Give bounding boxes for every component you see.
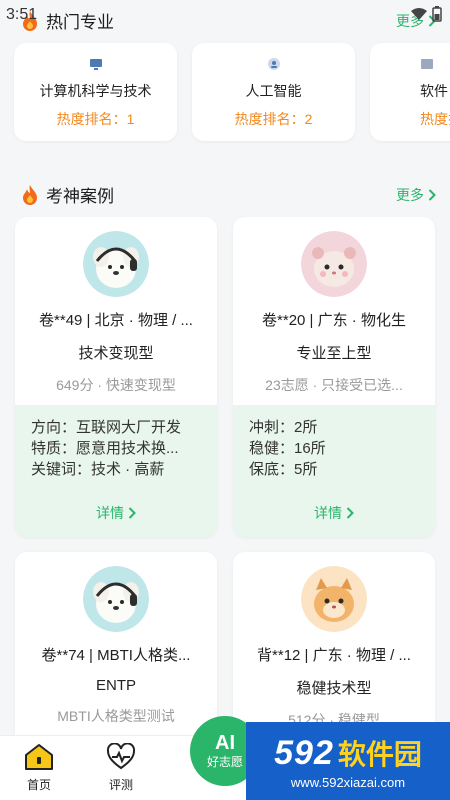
major-rank: 热度排名：1 [56,111,135,127]
case-sub: 649分 · 快速变现型 [56,377,176,393]
cases-more-link[interactable]: 更多 [396,185,436,205]
status-icons [410,6,442,22]
major-name: 人工智能 [245,83,302,99]
nav-home[interactable]: 首页 [24,743,54,793]
home-icon [25,744,53,770]
avatar [301,231,367,297]
major-rank: 热度排名：2 [234,111,313,127]
case-user: 卷**74 | MBTI人格类... [41,647,191,664]
case-summary: 冲刺：2所 稳健：16所 保底：5所 详情 [233,405,435,537]
case-sub: 23志愿 · 只接受已选... [265,377,403,393]
hot-majors-title: 热门专业 [46,13,114,32]
case-line: 稳健：16所 [249,440,326,457]
major-name: 计算机科学与技术 [39,83,152,99]
detail-label: 详情 [96,505,124,521]
avatar [83,566,149,632]
hot-majors-header: 热门专业 更多 [20,8,436,33]
ai-subtitle: 好志愿 [206,755,243,769]
case-sub: MBTI人格类型测试 [57,708,175,724]
case-line: 关键词：技术 · 高薪 [31,461,165,478]
fire-icon [23,184,37,205]
chevron-right-icon [346,507,354,519]
case-type: 技术变现型 [78,345,154,362]
nav-eval[interactable]: 评测 [106,743,136,793]
hot-majors-row: 计算机科学与技术 热度排名：1 人工智能 热度排名：2 软件 热度排 [14,43,450,141]
nav-eval-label: 评测 [108,778,133,792]
battery-icon [432,6,442,22]
case-line: 保底：5所 [249,461,318,478]
ai-title: AI [215,732,235,754]
cases-title: 考神案例 [46,187,114,206]
heartbeat-icon [106,743,136,770]
code-icon [421,59,433,69]
chevron-right-icon [128,507,136,519]
case-type: ENTP [95,677,136,694]
chevron-right-icon [428,188,436,201]
cases-header: 考神案例 更多 [20,182,436,207]
monitor-icon [89,59,102,70]
case-line: 特质：愿意用技术换... [31,440,179,457]
watermark-text: 软件园 [337,738,422,770]
wifi-icon [411,8,427,20]
case-line: 方向：互联网大厂开发 [31,419,182,436]
case-card[interactable]: 卷**49 | 北京 · 物理 / ... 技术变现型 649分 · 快速变现型… [15,217,217,537]
case-user: 卷**20 | 广东 · 物化生 [262,312,406,329]
avatar [83,231,149,297]
case-type: 稳健技术型 [296,680,372,697]
avatar [301,566,367,632]
detail-link[interactable]: 详情 [233,503,435,523]
major-card[interactable]: 人工智能 热度排名：2 [192,43,355,141]
watermark: 592 软件园 www.592xiazai.com [246,722,450,800]
detail-link[interactable]: 详情 [15,503,217,523]
watermark-number: 592 [274,733,334,772]
case-line: 冲刺：2所 [249,419,318,436]
more-label: 更多 [396,186,424,203]
case-summary: 方向：互联网大厂开发 特质：愿意用技术换... 关键词：技术 · 高薪 详情 [15,405,217,537]
case-user: 背**12 | 广东 · 物理 / ... [257,647,411,664]
detail-label: 详情 [314,505,342,521]
major-rank: 热度排 [420,111,450,127]
status-time: 3:51 [6,6,38,23]
watermark-url: www.592xiazai.com [290,774,406,790]
case-type: 专业至上型 [296,345,372,362]
case-card[interactable]: 卷**20 | 广东 · 物化生 专业至上型 23志愿 · 只接受已选... 冲… [233,217,435,537]
nav-home-label: 首页 [26,778,51,792]
case-user: 卷**49 | 北京 · 物理 / ... [39,312,193,329]
robot-icon [267,58,280,70]
major-card[interactable]: 软件 热度排 [370,43,450,141]
case-card[interactable]: 卷**74 | MBTI人格类... ENTP MBTI人格类型测试 [15,552,217,752]
major-name: 软件 [420,83,448,99]
major-card[interactable]: 计算机科学与技术 热度排名：1 [14,43,177,141]
